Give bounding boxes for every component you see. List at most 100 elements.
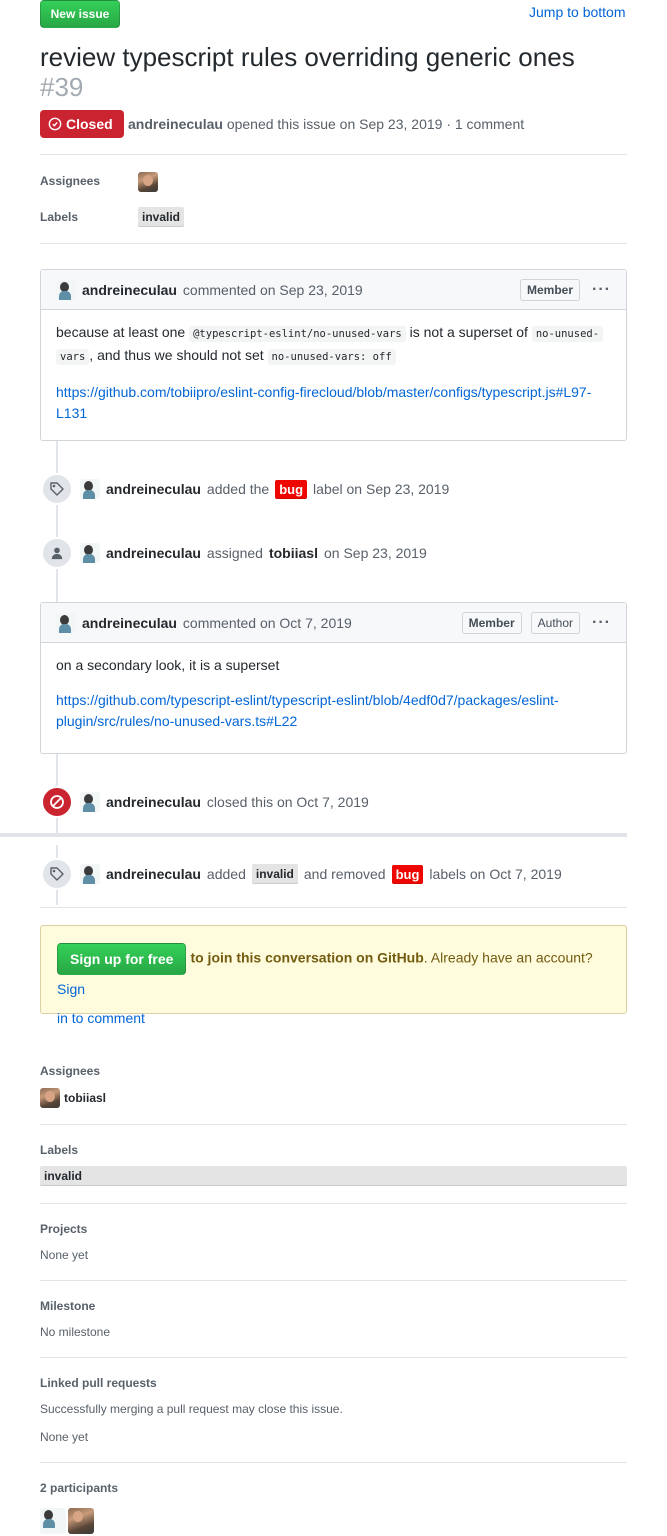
event-text: labels on Oct 7, 2019 [429,866,562,882]
event-text: and removed [303,866,386,882]
comment-link[interactable]: https://github.com/typescript-eslint/typ… [56,692,559,729]
avatar[interactable] [40,1088,60,1108]
milestone-value: No milestone [40,1325,111,1339]
role-badge: Member [520,278,581,301]
kebab-menu-icon[interactable]: ··· [592,281,611,299]
event-author-link[interactable]: andreineculau [106,545,201,561]
comment-header: andreineculau commented on Oct 7, 2019 M… [41,603,626,643]
timeline-badge [41,858,73,890]
timeline-badge [41,786,73,818]
tag-icon [50,482,64,496]
inline-code: @typescript-eslint/no-unused-vars [189,326,406,342]
kebab-menu-icon[interactable]: ··· [592,614,611,632]
comment-link-paragraph: https://github.com/tobiipro/eslint-confi… [56,382,611,424]
link-text: https://github.com/typescript-eslint/typ… [56,692,559,708]
event-text: label on Sep 23, 2019 [313,481,450,497]
projects-heading: Projects [40,1222,88,1236]
comment-timestamp[interactable]: commented on Sep 23, 2019 [183,282,363,298]
assignees-heading-top: Assignees [40,174,101,188]
timeline-badge [41,473,73,505]
label-invalid[interactable]: invalid [40,1166,627,1186]
avatar[interactable] [56,279,76,300]
comment-text: , and thus we should not set [89,347,264,363]
new-issue-button[interactable]: New issue [40,0,120,28]
timeline-badge [41,537,73,569]
event-author-link[interactable]: andreineculau [106,794,201,810]
comment-author-link[interactable]: andreineculau [82,282,177,298]
role-badge: Member [461,611,522,634]
labels-heading: Labels [40,1143,79,1157]
avatar[interactable] [138,172,158,192]
avatar[interactable] [40,1508,66,1534]
avatar[interactable] [56,612,76,633]
avatar[interactable] [80,792,100,812]
inline-code: no-unused-vars: off [267,349,396,365]
timeline-event-labeled: andreineculau added the bug label on Sep… [80,479,449,499]
comment: andreineculau commented on Sep 23, 2019 … [40,269,627,441]
divider [40,243,627,244]
timeline-divider [0,833,627,837]
label-invalid[interactable]: invalid [251,864,298,884]
divider [40,1124,627,1125]
circle-slash-icon [50,795,64,809]
avatar[interactable] [80,543,100,563]
event-text: added the [206,481,270,497]
linked-prs-value: None yet [40,1430,89,1444]
participants-list [40,1508,94,1534]
link-text: plugin/src/rules/no-unused-vars.ts#L22 [56,713,298,729]
jump-to-bottom-link[interactable]: Jump to bottom [529,4,626,20]
divider [40,1280,627,1281]
projects-value: None yet [40,1248,89,1262]
link-text: in to comment [57,1010,145,1026]
issue-title: review typescript rules overriding gener… [40,42,630,102]
timeline-event-relabeled: andreineculau added invalid and removed … [80,864,562,884]
label-invalid[interactable]: invalid [138,207,185,227]
avatar[interactable] [80,864,100,884]
assignee-name[interactable]: tobiiasl [64,1091,106,1105]
participants-heading: 2 participants [40,1481,119,1495]
label-bug[interactable]: bug [275,479,308,499]
link-text: https://github.com/tobiipro/eslint-confi… [56,384,592,400]
label-bug[interactable]: bug [391,864,424,884]
assignee-item[interactable]: tobiiasl [40,1088,106,1108]
avatar[interactable] [80,479,100,499]
linked-prs-heading: Linked pull requests [40,1376,157,1390]
sign-in-link[interactable]: Sign in to comment [57,981,145,1026]
labels-heading-top: Labels [40,210,79,224]
event-text: added [206,866,246,882]
comment-link[interactable]: https://github.com/tobiipro/eslint-confi… [56,384,591,421]
issue-meta-text: opened this issue on Sep 23, 2019 · 1 co… [226,116,525,132]
divider [40,1357,627,1358]
signup-text: . Already have an account? [423,949,593,966]
avatar[interactable] [68,1508,94,1534]
event-text: closed this on Oct 7, 2019 [206,794,369,810]
event-text: assigned [206,545,263,561]
issue-meta: andreineculau opened this issue on Sep 2… [128,116,524,132]
comment-link-paragraph: https://github.com/typescript-eslint/typ… [56,690,611,732]
event-author-link[interactable]: andreineculau [106,866,201,882]
assignees-heading: Assignees [40,1064,101,1078]
comment-body: because at least one @typescript-eslint/… [41,310,626,439]
issue-title-text: review typescript rules overriding gener… [40,42,575,72]
comment-paragraph: because at least one @typescript-eslint/… [56,322,611,368]
comment-text: because at least one [56,324,186,340]
divider [40,1203,627,1204]
person-icon [51,547,63,560]
author-badge: Author [530,611,581,634]
issue-author-link[interactable]: andreineculau [128,116,223,132]
comment: andreineculau commented on Oct 7, 2019 M… [40,602,627,754]
divider [40,154,627,155]
signup-button[interactable]: Sign up for free [57,943,187,975]
link-text: L131 [56,405,88,421]
inline-code: no-unused- [531,326,604,342]
issue-number: #39 [40,72,84,102]
event-author-link[interactable]: andreineculau [106,481,201,497]
link-text: Sign [57,981,86,997]
timeline-line [56,440,58,602]
comment-header: andreineculau commented on Sep 23, 2019 … [41,270,626,310]
comment-timestamp[interactable]: commented on Oct 7, 2019 [183,615,352,631]
divider [40,1462,627,1463]
comment-author-link[interactable]: andreineculau [82,615,177,631]
assignee-link[interactable]: tobiiasl [269,545,318,561]
tag-icon [50,867,64,881]
